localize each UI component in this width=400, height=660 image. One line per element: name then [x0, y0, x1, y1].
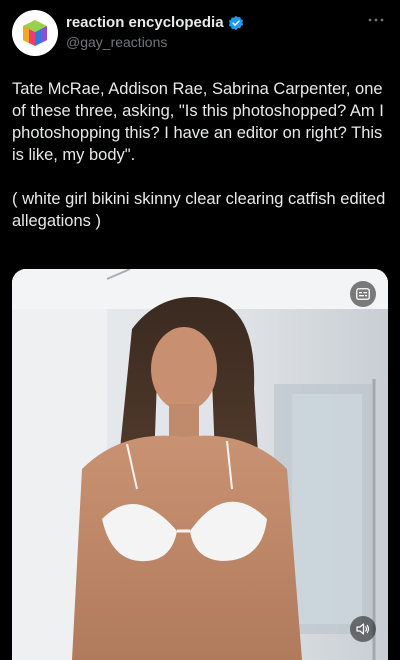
- tweet-card: reaction encyclopedia @gay_reactions Tat…: [0, 0, 400, 660]
- author-handle[interactable]: @gay_reactions: [66, 34, 244, 50]
- captions-icon[interactable]: [350, 281, 376, 307]
- volume-icon[interactable]: [350, 616, 376, 642]
- tweet-header: reaction encyclopedia @gay_reactions: [12, 10, 388, 56]
- video-frame: [12, 269, 388, 660]
- tweet-text: Tate McRae, Addison Rae, Sabrina Carpent…: [12, 78, 388, 254]
- author-names: reaction encyclopedia @gay_reactions: [66, 13, 244, 50]
- avatar[interactable]: [12, 10, 58, 56]
- tweet-paragraph-1: Tate McRae, Addison Rae, Sabrina Carpent…: [12, 80, 384, 164]
- display-name[interactable]: reaction encyclopedia: [66, 14, 224, 31]
- tweet-paragraph-2: ( white girl bikini skinny clear clearin…: [12, 190, 386, 230]
- video-player[interactable]: [12, 269, 388, 660]
- verified-badge-icon: [228, 15, 243, 30]
- rainbow-cube-icon: [23, 20, 47, 46]
- more-options-icon[interactable]: [364, 12, 388, 28]
